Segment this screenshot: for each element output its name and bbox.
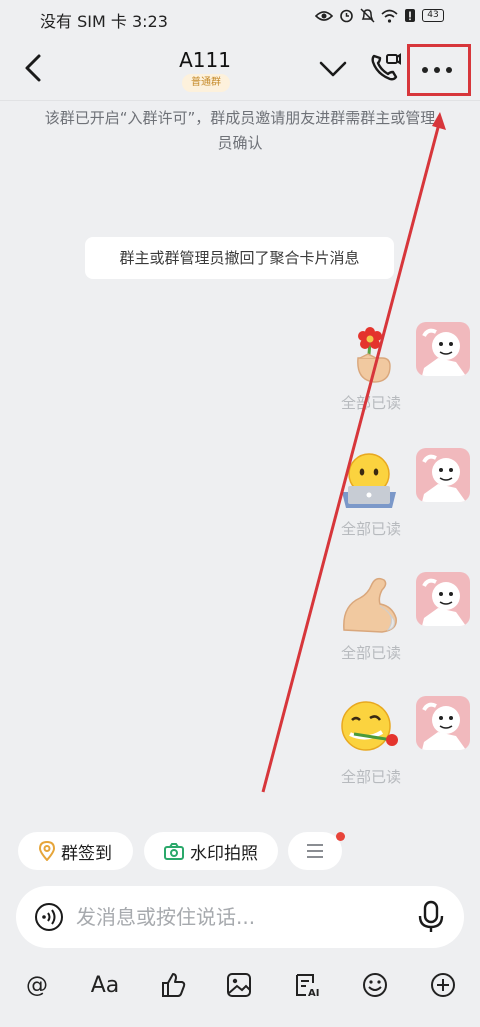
message-input-bar <box>16 886 464 948</box>
message-row: 全部已读 <box>0 322 480 422</box>
header-divider <box>0 100 480 101</box>
svg-text:AI: AI <box>308 988 319 998</box>
flexed-biceps-sticker[interactable] <box>338 572 400 634</box>
mute-bell-icon <box>360 8 375 23</box>
message-input[interactable] <box>76 886 396 948</box>
group-sign-in-button[interactable]: 群签到 <box>18 832 133 870</box>
face-with-laptop-sticker[interactable] <box>338 448 400 510</box>
more-options-button[interactable] <box>407 44 471 96</box>
location-pin-icon <box>39 841 55 861</box>
menu-icon <box>307 844 323 858</box>
message-row: 全部已读 <box>0 572 480 672</box>
alarm-icon <box>340 9 353 23</box>
image-icon <box>227 973 251 997</box>
status-bar: 没有 SIM 卡 3:23 43 <box>0 0 480 36</box>
image-button[interactable] <box>222 968 256 1002</box>
font-icon: Aa <box>90 972 120 998</box>
emoji-icon <box>363 973 387 997</box>
read-status-label: 全部已读 <box>340 768 401 786</box>
eye-icon <box>315 10 333 21</box>
voice-icon[interactable] <box>34 902 64 932</box>
chat-header: A111 普通群 <box>0 36 480 100</box>
battery-icon: 43 <box>422 9 444 22</box>
font-style-button[interactable]: Aa <box>88 968 122 1002</box>
read-status-label: 全部已读 <box>340 644 401 662</box>
group-permission-notice: 该群已开启“入群许可”，群成员邀请朋友进群需群主或管理员确认 <box>44 109 436 152</box>
read-status-label: 全部已读 <box>340 394 401 412</box>
more-actions-button[interactable] <box>288 832 342 870</box>
avatar[interactable] <box>416 696 470 750</box>
chevron-down-icon[interactable] <box>318 54 348 84</box>
status-carrier-time: 没有 SIM 卡 3:23 <box>40 12 168 31</box>
emoji-button[interactable] <box>358 968 392 1002</box>
group-sign-in-label: 群签到 <box>61 843 112 864</box>
group-title: A111 <box>179 48 231 72</box>
message-row: 全部已读 <box>0 448 480 548</box>
wifi-icon <box>381 9 398 23</box>
avatar[interactable] <box>416 322 470 376</box>
alert-icon <box>405 9 415 22</box>
mention-button[interactable]: @ <box>20 968 54 1002</box>
watermark-photo-label: 水印拍照 <box>190 843 258 864</box>
bottom-toolbar: @ Aa AI <box>0 964 480 1008</box>
ai-button[interactable]: AI <box>290 968 324 1002</box>
thumbs-up-icon <box>162 973 186 997</box>
recall-notice: 群主或群管理员撤回了聚合卡片消息 <box>85 237 394 279</box>
camera-icon <box>164 842 184 860</box>
read-status-label: 全部已读 <box>340 520 401 538</box>
status-icons: 43 <box>315 8 444 23</box>
call-icon[interactable] <box>368 50 402 84</box>
plus-circle-icon <box>431 973 455 997</box>
message-row: 全部已读 <box>0 696 480 796</box>
microphone-icon[interactable] <box>416 900 446 934</box>
hand-holding-flower-sticker[interactable] <box>338 322 400 384</box>
group-type-badge: 普通群 <box>182 74 230 92</box>
add-button[interactable] <box>426 968 460 1002</box>
unread-dot <box>336 832 345 841</box>
ai-document-icon: AI <box>296 974 319 998</box>
smirk-face-with-rose-sticker[interactable] <box>338 696 400 758</box>
at-icon: @ <box>26 972 48 998</box>
avatar[interactable] <box>416 448 470 502</box>
avatar[interactable] <box>416 572 470 626</box>
like-button[interactable] <box>156 968 190 1002</box>
more-dots-icon <box>422 67 452 73</box>
watermark-photo-button[interactable]: 水印拍照 <box>144 832 278 870</box>
